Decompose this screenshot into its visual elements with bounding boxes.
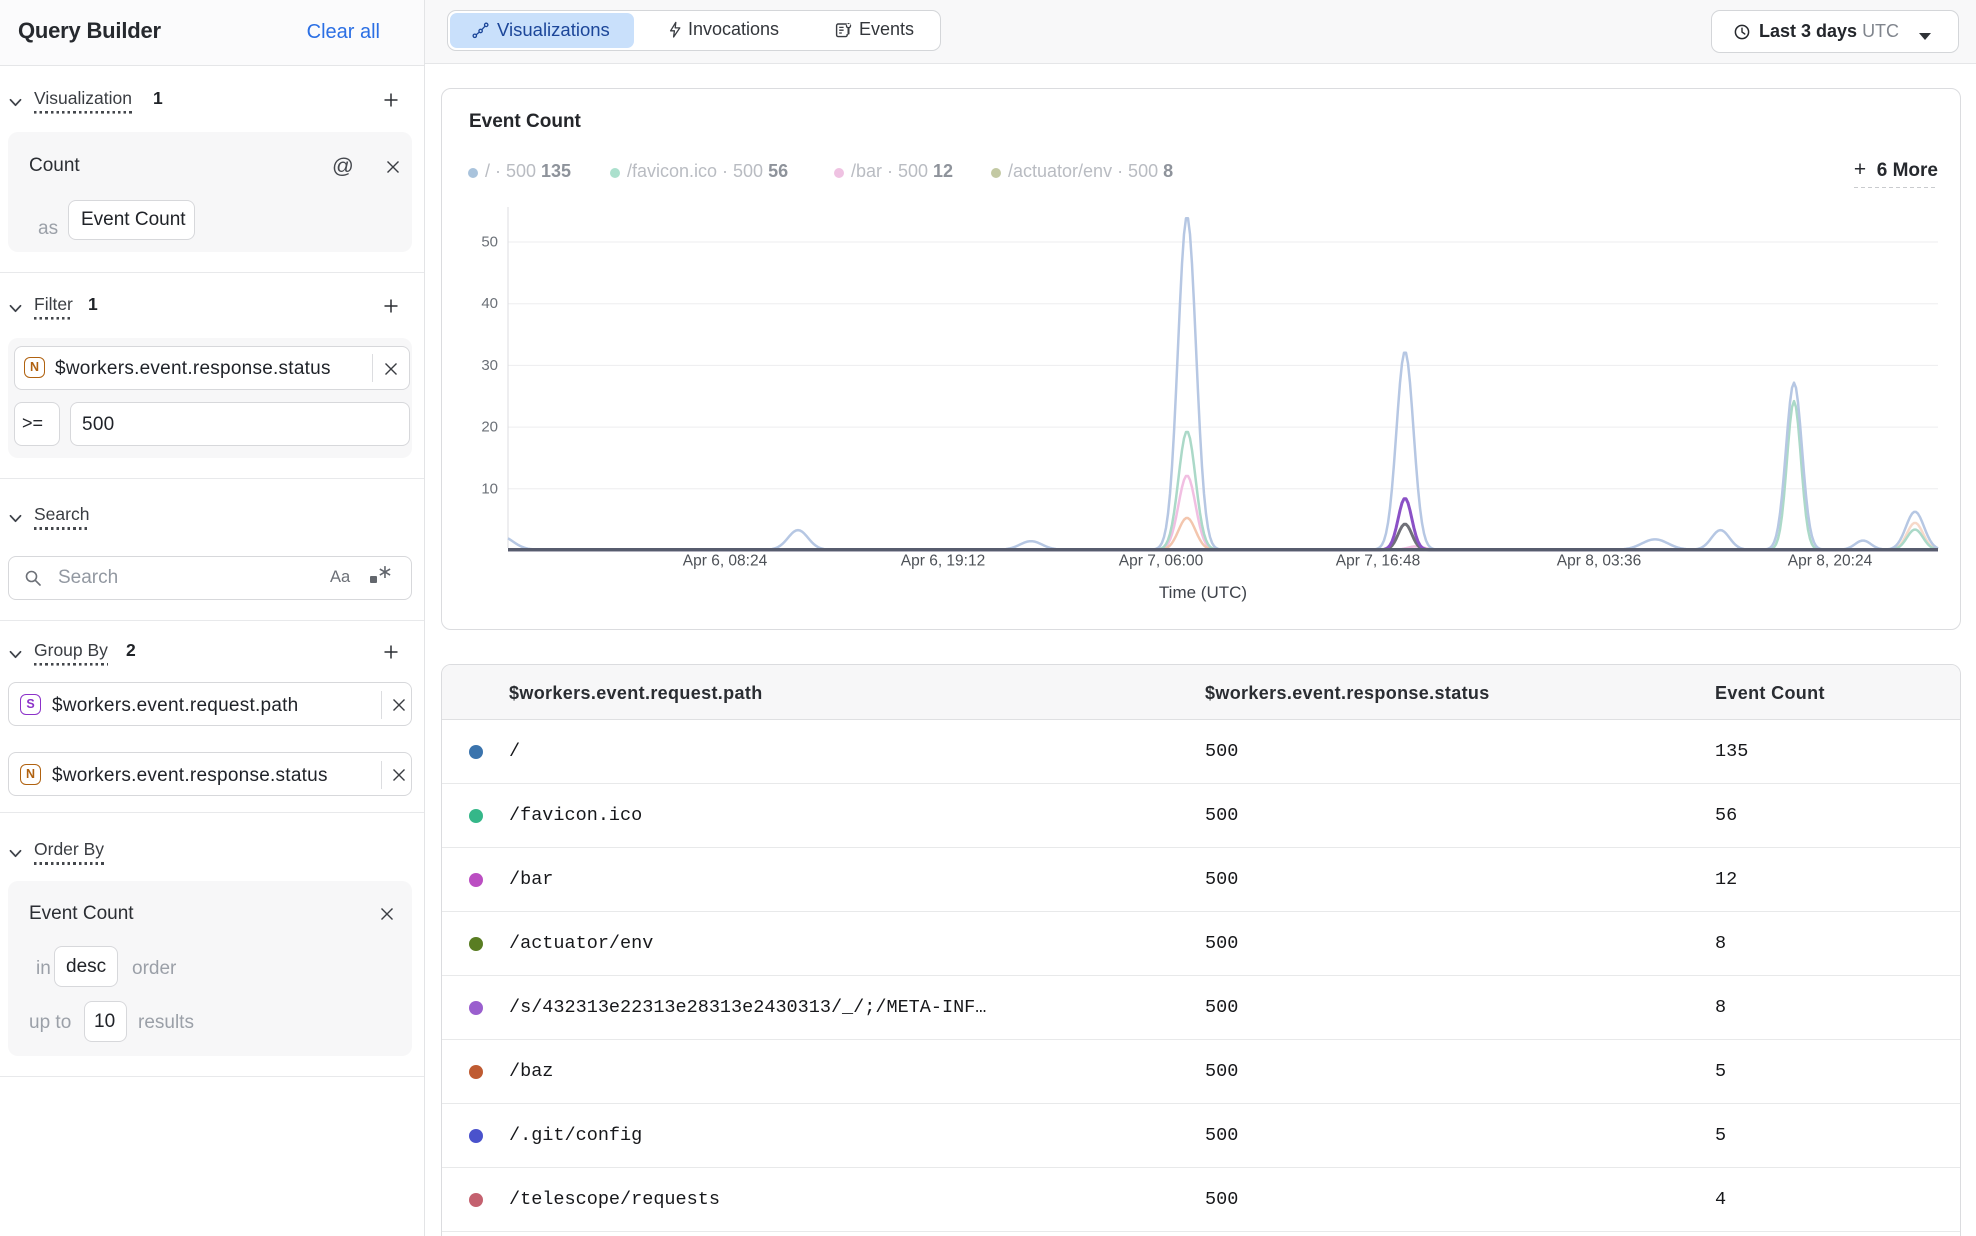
svg-text:Apr 7, 06:00: Apr 7, 06:00 — [1119, 553, 1204, 570]
svg-text:50: 50 — [481, 233, 498, 250]
svg-text:Time (UTC): Time (UTC) — [1159, 583, 1247, 602]
svg-text:Apr 6, 19:12: Apr 6, 19:12 — [901, 553, 985, 570]
svg-text:20: 20 — [481, 419, 498, 436]
svg-text:40: 40 — [481, 295, 498, 312]
svg-text:Apr 6, 08:24: Apr 6, 08:24 — [683, 553, 768, 570]
svg-text:Apr 7, 16:48: Apr 7, 16:48 — [1336, 553, 1420, 570]
svg-text:Apr 8, 20:24: Apr 8, 20:24 — [1788, 553, 1873, 570]
svg-text:Apr 8, 03:36: Apr 8, 03:36 — [1557, 553, 1641, 570]
svg-text:10: 10 — [481, 480, 498, 497]
svg-text:30: 30 — [481, 357, 498, 374]
